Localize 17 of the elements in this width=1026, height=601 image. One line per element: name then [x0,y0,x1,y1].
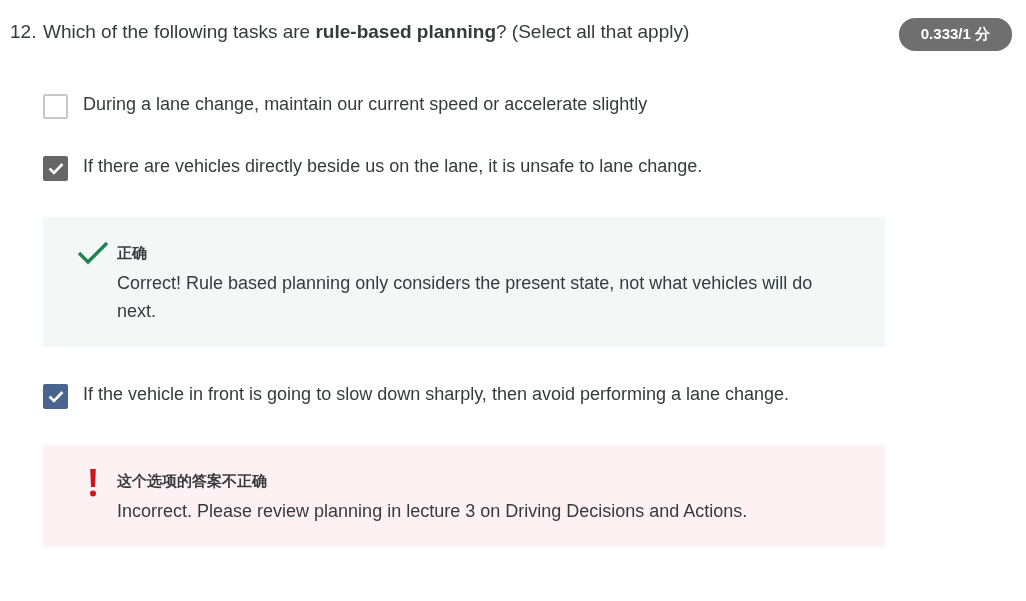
score-badge: 0.333/1 分 [898,18,1012,51]
feedback-title: 这个选项的答案不正确 [117,471,268,491]
checkbox[interactable] [43,156,68,181]
question-number: 12. [10,20,38,44]
question-text: Which of the following tasks are rule-based planning? (Select all that apply) [43,20,691,44]
option-text: If there are vehicles directly beside us on the lane, it is unsafe to lane change. [83,155,703,178]
checkmark-icon [47,390,64,403]
checkbox[interactable] [43,94,68,119]
option-text: If the vehicle in front is going to slow down sharply, then avoid performing a lane change. [83,383,790,406]
feedback-title: 正确 [117,243,148,263]
feedback-text: Incorrect. Please review planning in lecture 3 on Driving Decisions and Actions. [117,500,748,523]
checkbox[interactable] [43,384,68,409]
exclamation-icon [89,469,97,497]
checkmark-icon [47,162,64,175]
feedback-text: Correct! Rule based planning only considers the present state, not what vehicles will do next. [117,272,814,323]
option-text: During a lane change, maintain our current speed or accelerate slightly [83,93,648,116]
check-icon [77,241,109,265]
